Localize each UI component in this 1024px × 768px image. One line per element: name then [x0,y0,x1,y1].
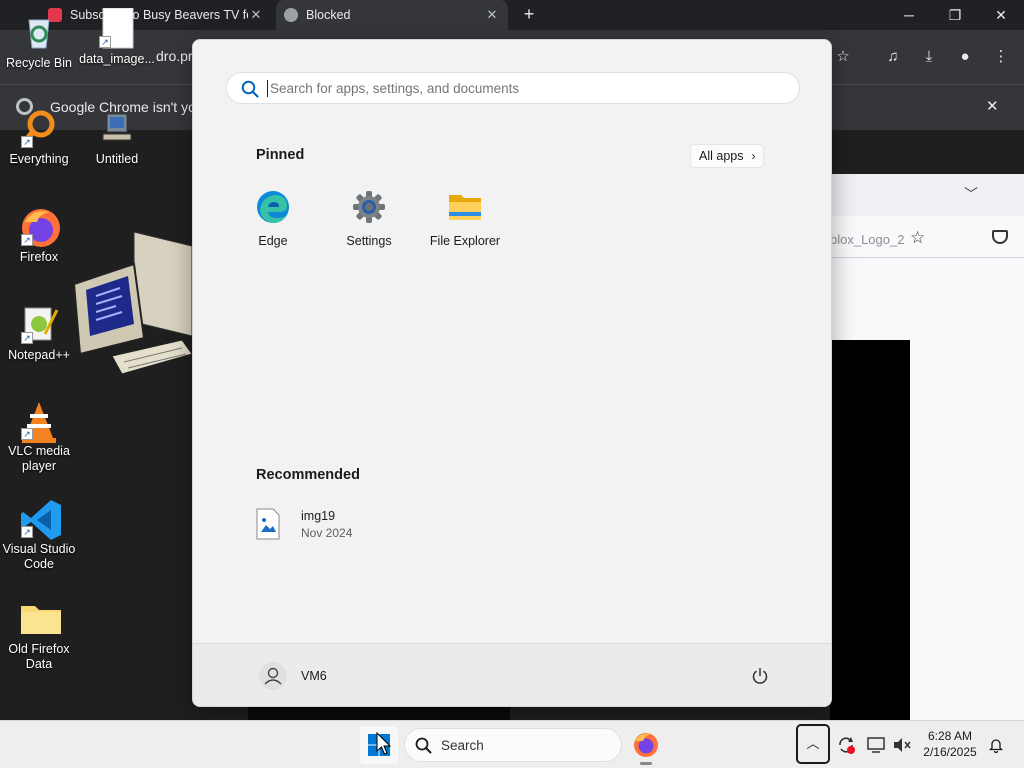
show-hidden-icons-button[interactable]: ︿ [796,724,830,764]
desktop-icon-label: data_image... [79,52,155,66]
desktop-icon-data-image[interactable]: ↗ data_image... [78,7,156,67]
retro-computer-wallpaper [72,231,192,375]
desktop-icon-old-firefox-data[interactable]: Old Firefox Data [0,598,78,672]
shortcut-arrow-icon: ↗ [21,526,33,538]
firefox-icon: ↗ [19,206,60,247]
chrome-tab-blocked[interactable]: Blocked ✕ [276,0,508,30]
firefox-tabrow [830,174,1024,216]
desktop-icon-label: Notepad++ [8,348,70,362]
user-name[interactable]: VM6 [301,669,327,683]
desktop-icon-label: Recycle Bin [6,56,72,70]
dark-window-edge [248,706,510,720]
network-computer-icon [97,108,137,148]
pinned-heading: Pinned [256,147,305,163]
pinned-app-edge[interactable]: Edge [225,190,321,248]
start-search-box[interactable] [226,72,800,104]
image-file-icon [255,508,281,540]
search-icon [415,737,432,754]
desktop-icon-firefox[interactable]: ↗ Firefox [0,206,78,265]
recommended-item-img19[interactable]: img19 Nov 2024 [255,508,352,540]
dark-content-block [830,340,910,720]
firefox-window-fragment: ﹀ blox_Logo_2 ☆ [830,174,1024,258]
taskbar-search-box[interactable]: Search [404,728,622,762]
bookmark-star-icon[interactable]: ☆ [832,46,854,68]
taskbar-clock[interactable]: 6:28 AM 2/16/2025 [914,728,986,760]
clock-time: 6:28 AM [927,729,973,743]
edge-icon [256,190,290,224]
all-apps-label: All apps [699,149,744,163]
pinned-app-label: File Explorer [429,234,501,248]
new-tab-button[interactable]: + [518,4,540,25]
recommended-heading: Recommended [256,467,360,483]
desktop-icon-vscode[interactable]: ↗ Visual Studio Code [0,498,78,572]
desktop-icon-label: VLC media player [8,444,70,473]
tab-close-icon[interactable]: ✕ [248,7,264,23]
download-icon[interactable]: ⤓ [918,46,940,68]
desktop-icon-recycle-bin[interactable]: Recycle Bin [0,12,78,71]
folder-icon [448,190,482,224]
profile-icon[interactable]: ● [954,46,976,68]
pinned-app-label: Edge [258,234,288,248]
taskbar-search-label: Search [441,738,484,753]
list-tabs-chevron-icon[interactable]: ﹀ [964,184,978,204]
network-monitor-icon[interactable] [866,735,886,755]
restore-icon[interactable]: ❐ [932,2,978,28]
minimize-icon[interactable]: ─ [886,2,932,28]
firefox-url-text[interactable]: blox_Logo_2 [830,232,904,247]
start-menu: Pinned All apps › Edge Settings File Exp… [192,39,832,707]
desktop-icon-untitled[interactable]: Untitled [78,108,156,167]
all-apps-button[interactable]: All apps › [690,144,765,168]
bookmark-star-icon[interactable]: ☆ [910,228,925,248]
recommended-item-date: Nov 2024 [301,525,353,540]
desktop-icon-label: Visual Studio Code [2,542,76,571]
tab-title: Blocked [306,8,351,22]
user-avatar-icon[interactable] [259,662,287,690]
mouse-cursor-icon [376,732,392,755]
vscode-icon: ↗ [19,498,61,540]
close-window-icon[interactable]: ✕ [978,2,1024,28]
desktop-icon-label: Untitled [95,152,139,166]
folder-icon [19,598,61,638]
notification-bell-icon[interactable] [988,737,1004,753]
start-search-input[interactable] [267,80,787,97]
shortcut-arrow-icon: ↗ [21,136,33,148]
desktop-icon-everything[interactable]: ↗ Everything [0,108,78,167]
desktop-icon-label: Firefox [19,250,59,264]
media-controls-icon[interactable]: ♫ [882,46,904,68]
desktop-icon-vlc[interactable]: ↗ VLC media player [0,400,78,474]
chrome-menu-icon[interactable]: ⋮ [990,46,1012,68]
shortcut-arrow-icon: ↗ [21,428,33,440]
chevron-right-icon: › [751,149,756,163]
recycle-bin-icon [19,12,59,52]
sync-alert-icon[interactable] [836,735,856,755]
infobar-close-icon[interactable]: ✕ [986,97,999,115]
search-icon [241,80,259,98]
pocket-icon[interactable] [992,230,1008,244]
shortcut-arrow-icon: ↗ [21,332,33,344]
magnifier-orange-icon: ↗ [19,108,59,148]
address-bar-text[interactable]: dro.pr [156,48,193,64]
firefox-taskbar-icon[interactable] [632,731,660,759]
settings-gear-icon [352,190,386,224]
desktop-icon-notepadpp[interactable]: ↗ Notepad++ [0,304,78,363]
pinned-app-file-explorer[interactable]: File Explorer [417,190,513,248]
pinned-app-settings[interactable]: Settings [321,190,417,248]
desktop-icon-label: Old Firefox Data [8,642,70,671]
pinned-app-label: Settings [346,234,392,248]
globe-favicon-icon [284,8,298,22]
desktop-icon-label: Everything [9,152,69,166]
taskbar: Search ︿ 6:28 AM 2/16/2025 [0,720,1024,768]
notepadpp-icon: ↗ [19,304,59,344]
power-icon[interactable] [751,667,769,685]
tab-close-icon[interactable]: ✕ [484,7,500,23]
shortcut-arrow-icon: ↗ [99,36,111,48]
clock-date: 2/16/2025 [923,745,977,759]
recommended-item-name: img19 [301,508,336,523]
running-app-indicator [640,762,652,765]
vlc-cone-icon: ↗ [19,400,59,443]
shortcut-arrow-icon: ↗ [21,234,33,246]
start-footer: VM6 [193,643,831,706]
blank-file-icon: ↗ [97,7,137,49]
volume-muted-icon[interactable] [892,735,912,755]
